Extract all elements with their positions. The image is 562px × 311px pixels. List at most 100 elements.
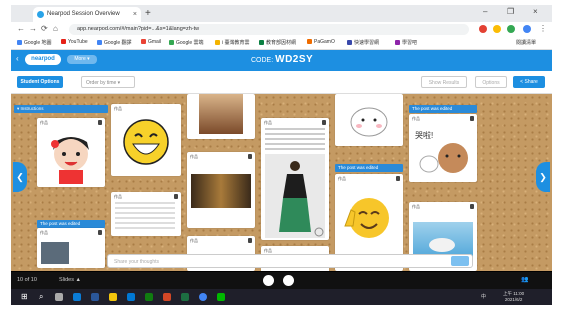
post-card[interactable]: 作品	[261, 118, 329, 240]
bookmark-item[interactable]: Google 地圖	[17, 39, 52, 46]
post-card[interactable]: 作品	[111, 192, 181, 236]
reading-list[interactable]: 閱讀清單	[516, 39, 536, 46]
bookmark-item[interactable]: 快速學習網	[347, 39, 379, 46]
delete-icon[interactable]	[248, 238, 252, 243]
compose-input[interactable]: Share your thoughts	[107, 254, 473, 268]
extension-icon[interactable]	[479, 25, 487, 33]
profile-avatar[interactable]	[523, 25, 531, 33]
close-tab-icon[interactable]: ×	[133, 7, 137, 22]
windows-taskbar: ⊞ ⌕ 中 上午 11:00 2021/6/2	[11, 289, 552, 305]
folder-icon[interactable]	[109, 293, 117, 301]
cute-bunny-image	[350, 107, 388, 137]
bookmark-item[interactable]: 學習吧	[395, 39, 417, 46]
ime-indicator[interactable]: 中	[481, 293, 486, 300]
search-icon[interactable]: ⌕	[39, 292, 43, 302]
slides-toggle[interactable]: Slides ▲	[59, 277, 81, 283]
laughing-emoji-image	[123, 119, 169, 165]
post-card[interactable]: 作品	[111, 104, 181, 176]
nearpod-header: ‹ nearpod More ▾ CODE: WD2SY	[11, 50, 552, 71]
forward-icon[interactable]: →	[29, 24, 37, 33]
store-icon[interactable]	[145, 293, 153, 301]
delete-icon[interactable]	[248, 154, 252, 159]
delete-icon[interactable]	[98, 230, 102, 235]
bookmark-icon	[347, 40, 352, 46]
post-card[interactable]	[335, 94, 403, 146]
home-icon[interactable]: ⌂	[53, 24, 58, 33]
post-card[interactable]	[187, 94, 255, 139]
bookmark-icon	[259, 40, 264, 46]
slide-counter: 10 of 10	[17, 277, 37, 283]
minimize-button[interactable]: –	[483, 7, 487, 16]
powerpoint-icon[interactable]	[163, 293, 171, 301]
tab-title: Nearpod Session Overview	[47, 11, 120, 17]
screen: Nearpod Session Overview × + – ❐ × ← → ⟳…	[11, 5, 552, 305]
mail-icon[interactable]	[127, 293, 135, 301]
post-text	[115, 202, 175, 230]
cloud-icon	[215, 40, 220, 46]
bear-sticker-image	[419, 143, 468, 173]
photo-thumbnail	[199, 94, 243, 134]
word-icon[interactable]	[91, 293, 99, 301]
gmail-icon	[141, 39, 146, 45]
line-icon[interactable]	[217, 293, 225, 301]
code-label: CODE:	[251, 57, 274, 64]
delete-icon[interactable]	[98, 120, 102, 125]
nearpod-logo: nearpod	[25, 54, 61, 65]
slideshow-bar: 10 of 10 Slides ▲ 👥	[11, 272, 552, 289]
extension-icon[interactable]	[507, 25, 515, 33]
excel-icon[interactable]	[181, 293, 189, 301]
start-icon[interactable]: ⊞	[21, 292, 28, 301]
left-arrow-icon[interactable]: ❮	[13, 162, 27, 192]
post-card[interactable]: 作品	[187, 152, 255, 228]
edge-icon[interactable]	[73, 293, 81, 301]
bookmark-item[interactable]: PaGamO	[307, 39, 335, 45]
bookmark-item[interactable]: i 臺灣教育雲	[215, 39, 250, 46]
drive-icon	[169, 40, 174, 46]
chrome-icon[interactable]	[199, 293, 207, 301]
post-card[interactable]: 作品	[37, 118, 105, 187]
task-view-icon[interactable]	[55, 293, 63, 301]
bookmark-item[interactable]: Google 翻譯	[97, 39, 132, 46]
participants-icon[interactable]: 👥	[521, 276, 528, 283]
url-input[interactable]: app.nearpod.com/#/main?pid=...&s=1&lang=…	[69, 24, 469, 35]
post-card[interactable]: 作品 哭啦!	[409, 114, 477, 182]
pen-circle-icon[interactable]	[283, 275, 294, 286]
bookmark-item[interactable]: YouTube	[61, 39, 88, 45]
more-button[interactable]: More ▾	[67, 55, 97, 64]
back-icon[interactable]: ←	[17, 24, 25, 33]
clock[interactable]: 上午 11:00 2021/6/2	[503, 291, 524, 303]
back-chevron-icon[interactable]: ‹	[16, 54, 19, 63]
show-results-button[interactable]: Show Results	[421, 76, 467, 88]
maximize-button[interactable]: ❐	[507, 7, 514, 16]
column-header: The post was edited	[409, 105, 477, 113]
home-circle-icon[interactable]	[263, 275, 274, 286]
bookmark-icon	[307, 39, 312, 45]
extension-icon[interactable]	[493, 25, 501, 33]
delete-icon[interactable]	[174, 194, 178, 199]
bookmark-item[interactable]: 教育部因材網	[259, 39, 296, 46]
code-value: WD2SY	[275, 54, 314, 65]
delete-icon[interactable]	[470, 204, 474, 209]
bookmark-item[interactable]: Gmail	[141, 39, 161, 45]
delete-icon[interactable]	[470, 116, 474, 121]
column-header: The post was edited	[335, 164, 403, 172]
reload-icon[interactable]: ⟳	[41, 24, 48, 33]
student-options-button[interactable]: Student Options	[17, 76, 63, 88]
post-card[interactable]: 作品	[37, 228, 105, 268]
sort-dropdown[interactable]: Order by time ▾	[81, 76, 135, 88]
bookmark-item[interactable]: Google 雲端	[169, 39, 204, 46]
maps-icon	[17, 40, 22, 46]
close-window-button[interactable]: ×	[533, 7, 538, 16]
address-bar-row: ← → ⟳ ⌂ app.nearpod.com/#/main?pid=...&s…	[11, 22, 552, 37]
browser-tabstrip: Nearpod Session Overview × + – ❐ ×	[11, 5, 552, 22]
delete-icon[interactable]	[396, 176, 400, 181]
send-icon[interactable]	[451, 256, 469, 266]
right-arrow-icon[interactable]: ❯	[536, 162, 550, 192]
bookmarks-bar: Google 地圖 YouTube Google 翻譯 Gmail Google…	[11, 37, 552, 50]
new-tab-button[interactable]: +	[145, 7, 151, 20]
menu-icon[interactable]: ⋮	[539, 24, 547, 33]
browser-tab[interactable]: Nearpod Session Overview ×	[33, 7, 141, 22]
share-button[interactable]: < Share	[513, 76, 545, 88]
translate-icon	[97, 40, 102, 46]
options-button[interactable]: Options	[475, 76, 507, 88]
